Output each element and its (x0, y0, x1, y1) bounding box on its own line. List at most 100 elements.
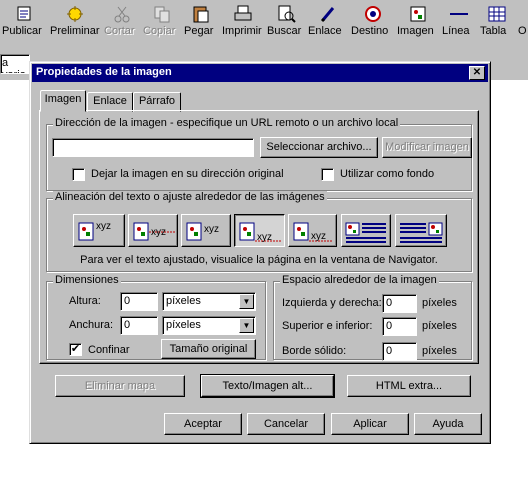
toolbar-label: Cortar (104, 25, 135, 37)
use-as-background-checkbox[interactable] (321, 168, 334, 181)
align-abscenter-icon: xyz (133, 222, 175, 241)
image-url-field[interactable] (52, 138, 254, 157)
chevron-down-icon: ▼ (239, 318, 254, 333)
toolbar-label: Publicar (2, 25, 42, 37)
border-label: Borde sólido: (282, 345, 347, 357)
align-option-text: xyz (151, 227, 166, 238)
keep-original-checkbox[interactable] (72, 168, 85, 181)
image-location-group: Dirección de la imagen - especifique un … (46, 117, 472, 191)
image-icon (410, 6, 426, 22)
paragraph-style-field[interactable]: a varia (0, 54, 30, 74)
original-size-button[interactable]: Tamaño original (161, 339, 256, 359)
border-unit: píxeles (422, 345, 457, 357)
height-unit-select[interactable]: píxeles ▼ (162, 292, 256, 311)
chevron-down-icon: ▼ (239, 294, 254, 309)
tab-label: Enlace (93, 95, 127, 107)
image-location-title: Dirección de la imagen - especifique un … (53, 117, 401, 129)
preview-button[interactable]: Preliminar (50, 4, 100, 44)
link-icon (320, 7, 335, 23)
edit-image-button[interactable]: Modificar imagen (382, 137, 472, 158)
checkmark-icon: ✔ (70, 343, 81, 355)
cut-button[interactable]: Cortar (104, 4, 140, 44)
line-button[interactable]: Línea (442, 4, 476, 44)
dimensions-title: Dimensiones (53, 274, 121, 286)
link-button[interactable]: Enlace (308, 4, 348, 44)
apply-button[interactable]: Aplicar (331, 413, 409, 435)
align-baseline-button[interactable]: xyz (234, 214, 285, 247)
print-icon (234, 5, 252, 21)
print-button[interactable]: Imprimir (222, 4, 264, 44)
toolbar-label: Línea (442, 25, 470, 37)
toolbar-label: Pegar (184, 25, 214, 37)
copy-button[interactable]: Copiar (143, 4, 181, 44)
toolbar-label: O (518, 25, 527, 37)
height-label: Altura: (69, 295, 101, 307)
close-button[interactable]: ✕ (469, 66, 485, 80)
left-right-unit: píxeles (422, 297, 457, 309)
spacing-group: Espacio alrededor de la imagen Izquierda… (273, 274, 472, 361)
top-bottom-field[interactable]: 0 (382, 317, 417, 336)
image-button[interactable]: Imagen (397, 4, 439, 44)
top-bottom-label: Superior e inferior: (282, 320, 373, 332)
table-button[interactable]: Tabla (480, 4, 514, 44)
dimensions-group: Dimensiones Altura: 0 píxeles ▼ Anchura:… (46, 274, 266, 360)
copy-icon (154, 6, 170, 23)
find-icon (278, 5, 296, 23)
remove-map-button[interactable]: Eliminar mapa (55, 375, 185, 397)
width-unit-value: píxeles (166, 319, 201, 331)
align-center-button[interactable]: xyz (181, 214, 231, 247)
align-abscenter-button[interactable]: xyz (128, 214, 178, 247)
toolbar-label: Preliminar (50, 25, 100, 37)
cancel-button[interactable]: Cancelar (247, 413, 325, 435)
more-icon (518, 4, 528, 24)
alignment-note: Para ver el texto ajustado, visualice la… (80, 254, 438, 266)
tab-enlace[interactable]: Enlace (87, 92, 133, 112)
toolbar-label: Imprimir (222, 25, 262, 37)
height-field[interactable]: 0 (120, 292, 158, 311)
align-top-button[interactable]: xyz (73, 214, 125, 247)
ok-button[interactable]: Aceptar (164, 413, 242, 435)
spacing-title: Espacio alrededor de la imagen (280, 274, 439, 286)
extra-html-button[interactable]: HTML extra... (347, 375, 471, 397)
composer-toolbar: Publicar Preliminar Cortar Copiar Pegar … (0, 0, 528, 46)
close-icon: ✕ (472, 67, 482, 78)
select-file-button[interactable]: Seleccionar archivo... (260, 137, 378, 158)
toolbar-label: Tabla (480, 25, 507, 37)
target-button[interactable]: Destino (351, 4, 395, 44)
keep-original-label: Dejar la imagen en su dirección original (91, 168, 284, 180)
constrain-label: Confinar (88, 344, 130, 356)
width-field[interactable]: 0 (120, 316, 158, 335)
wrap-right-button[interactable] (395, 214, 447, 247)
alignment-options: xyz xyz xyz xyz xyz (73, 214, 447, 248)
align-option-text: xyz (96, 221, 111, 232)
align-bottom-button[interactable]: xyz (288, 214, 337, 247)
tab-parrafo[interactable]: Párrafo (133, 92, 181, 112)
toolbar-label: Enlace (308, 25, 342, 37)
find-button[interactable]: Buscar (267, 4, 305, 44)
left-right-label: Izquierda y derecha: (282, 297, 382, 309)
left-right-field[interactable]: 0 (382, 294, 417, 313)
table-icon (488, 6, 506, 22)
preview-icon (67, 6, 83, 22)
target-icon (365, 6, 381, 22)
height-unit-value: píxeles (166, 295, 201, 307)
publish-icon (17, 6, 31, 21)
alt-text-button[interactable]: Texto/Imagen alt... (200, 374, 335, 398)
width-unit-select[interactable]: píxeles ▼ (162, 316, 256, 335)
align-bottom-icon: xyz (293, 222, 333, 242)
wrap-left-button[interactable] (341, 214, 391, 247)
toolbar-label: Imagen (397, 25, 434, 37)
publish-button[interactable]: Publicar (2, 4, 46, 44)
toolbar-label: Copiar (143, 25, 176, 37)
top-bottom-unit: píxeles (422, 320, 457, 332)
help-button[interactable]: Ayuda (414, 413, 482, 435)
use-as-background-label: Utilizar como fondo (340, 168, 435, 180)
wrap-right-icon (400, 222, 443, 243)
more-button[interactable]: O (518, 4, 528, 44)
align-baseline-icon: xyz (239, 222, 281, 243)
constrain-checkbox[interactable]: ✔ (69, 343, 82, 356)
dialog-title: Propiedades de la imagen (36, 66, 172, 78)
border-field[interactable]: 0 (382, 342, 417, 361)
paste-button[interactable]: Pegar (184, 4, 218, 44)
tab-imagen[interactable]: Imagen (40, 90, 86, 112)
